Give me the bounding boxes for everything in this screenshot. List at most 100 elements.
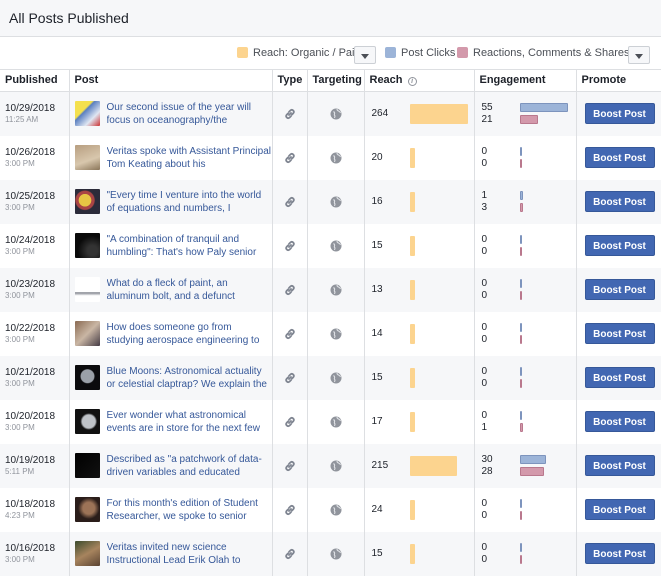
post-thumbnail[interactable] (74, 233, 100, 258)
boost-post-button[interactable]: Boost Post (584, 455, 655, 476)
reach-bar (409, 279, 415, 300)
post-thumbnail[interactable] (74, 189, 100, 214)
engagement-cell: 00 (474, 267, 577, 312)
globe-icon (308, 328, 364, 340)
post-cell[interactable]: Veritas invited new science Instructiona… (69, 531, 273, 576)
engagement-cell: 55 21 (474, 91, 577, 136)
column-header-reach-label: Reach (369, 74, 403, 87)
post-link[interactable]: Veritas spoke with Assistant Principal T… (107, 145, 272, 171)
post-thumbnail[interactable] (74, 409, 100, 434)
post-link[interactable]: Our second issue of the year will focus … (107, 101, 272, 127)
boost-post-button[interactable]: Boost Post (584, 499, 655, 520)
reach-value: 264 (371, 107, 389, 119)
legend-reach-label: Reach: Organic / Paid (253, 47, 361, 59)
boost-post-button[interactable]: Boost Post (584, 191, 655, 212)
post-thumbnail[interactable] (74, 365, 100, 390)
promote-cell: Boost Post (576, 91, 661, 136)
type-cell (272, 267, 308, 312)
boost-post-button[interactable]: Boost Post (584, 367, 655, 388)
table-row: 10/21/2018 3:00 PM Blue Moons: Astronomica… (0, 355, 661, 400)
published-cell: 10/25/2018 3:00 PM (0, 179, 70, 224)
column-header-published[interactable]: Published (0, 70, 70, 92)
post-thumbnail[interactable] (74, 497, 100, 522)
reactions-bar (519, 202, 523, 212)
post-cell[interactable]: "A combination of tranquil and humbling"… (69, 223, 273, 268)
post-cell[interactable]: Ever wonder what astronomical events are… (69, 399, 273, 444)
post-thumbnail[interactable] (74, 101, 100, 126)
type-cell (272, 135, 308, 180)
reach-metric-dropdown[interactable] (354, 46, 376, 64)
reach-bar (409, 191, 415, 212)
post-link[interactable]: Veritas invited new science Instructiona… (107, 541, 272, 567)
post-link[interactable]: "Every time I venture into the world of … (107, 189, 272, 215)
post-link[interactable]: What do a fleck of paint, an aluminum bo… (107, 277, 272, 303)
globe-icon (308, 416, 364, 428)
link-icon (273, 107, 307, 121)
promote-cell: Boost Post (576, 224, 661, 268)
post-link[interactable]: Described as "a patchwork of data-driven… (107, 453, 272, 479)
boost-post-button[interactable]: Boost Post (584, 323, 655, 344)
targeting-cell (307, 91, 365, 136)
reactions-bar (519, 554, 522, 564)
post-thumbnail[interactable] (74, 453, 100, 478)
published-cell: 10/24/2018 3:00 PM (0, 223, 70, 268)
boost-post-button[interactable]: Boost Post (584, 279, 655, 300)
engagement-metric-dropdown[interactable] (628, 46, 650, 64)
post-link[interactable]: "A combination of tranquil and humbling"… (107, 233, 272, 259)
published-cell: 10/29/2018 11:25 AM (0, 91, 70, 136)
link-icon (273, 151, 307, 165)
promote-cell: Boost Post (576, 400, 661, 444)
reach-bar (409, 147, 415, 168)
post-thumbnail[interactable] (74, 321, 100, 346)
reach-cell: 20 (364, 135, 475, 180)
engagement-cell: 00 (474, 355, 577, 400)
table-row: 10/23/2018 3:00 PM What do a fleck of pain… (0, 267, 661, 312)
published-time: 3:00 PM (5, 554, 35, 564)
boost-post-button[interactable]: Boost Post (584, 103, 655, 124)
page-header: All Posts Published (0, 0, 661, 37)
published-date: 10/22/2018 (5, 322, 56, 334)
published-date: 10/24/2018 (5, 234, 56, 246)
table-row: 10/22/2018 3:00 PM How does someone go fro… (0, 311, 661, 356)
post-thumbnail[interactable] (74, 541, 100, 566)
post-cell[interactable]: Blue Moons: Astronomical actuality or ce… (69, 355, 273, 400)
reach-bar (409, 367, 415, 388)
post-cell[interactable]: "Every time I venture into the world of … (69, 179, 273, 224)
boost-post-button[interactable]: Boost Post (584, 235, 655, 256)
published-time: 3:00 PM (5, 158, 35, 168)
boost-post-button[interactable]: Boost Post (584, 147, 655, 168)
boost-post-button[interactable]: Boost Post (584, 411, 655, 432)
post-link[interactable]: Blue Moons: Astronomical actuality or ce… (107, 365, 272, 391)
legend-clicks-label: Post Clicks (401, 47, 456, 59)
reach-value: 15 (371, 371, 383, 383)
link-icon (273, 547, 307, 561)
post-clicks-bar (519, 146, 522, 156)
post-link[interactable]: For this month's edition of Student Rese… (107, 497, 272, 523)
link-icon (273, 371, 307, 385)
reactions-value: 0 (481, 245, 488, 257)
post-cell[interactable]: For this month's edition of Student Rese… (69, 487, 273, 532)
reach-cell: 15 (364, 531, 475, 576)
post-thumbnail[interactable] (74, 145, 100, 170)
post-thumbnail[interactable] (74, 277, 100, 302)
post-cell[interactable]: What do a fleck of paint, an aluminum bo… (69, 267, 273, 312)
link-icon (273, 459, 307, 473)
targeting-cell (307, 355, 365, 400)
engagement-cell: 00 (474, 223, 577, 268)
reach-info-icon[interactable]: i (407, 77, 417, 87)
type-cell (272, 399, 308, 444)
post-link[interactable]: Ever wonder what astronomical events are… (107, 409, 272, 435)
reach-value: 14 (371, 327, 383, 339)
post-clicks-bar (519, 322, 522, 332)
post-clicks-bar (519, 190, 523, 200)
reactions-value: 3 (481, 201, 488, 213)
post-cell[interactable]: Described as "a patchwork of data-driven… (69, 443, 273, 488)
reactions-value: 0 (481, 289, 488, 301)
boost-post-button[interactable]: Boost Post (584, 543, 655, 564)
column-header-reach[interactable]: Reach i (364, 70, 475, 92)
post-link[interactable]: How does someone go from studying aerosp… (107, 321, 272, 347)
column-header-engagement[interactable]: Engagement (474, 70, 577, 92)
post-cell[interactable]: Veritas spoke with Assistant Principal T… (69, 135, 273, 180)
post-cell[interactable]: How does someone go from studying aerosp… (69, 311, 273, 356)
post-cell[interactable]: Our second issue of the year will focus … (69, 91, 273, 136)
